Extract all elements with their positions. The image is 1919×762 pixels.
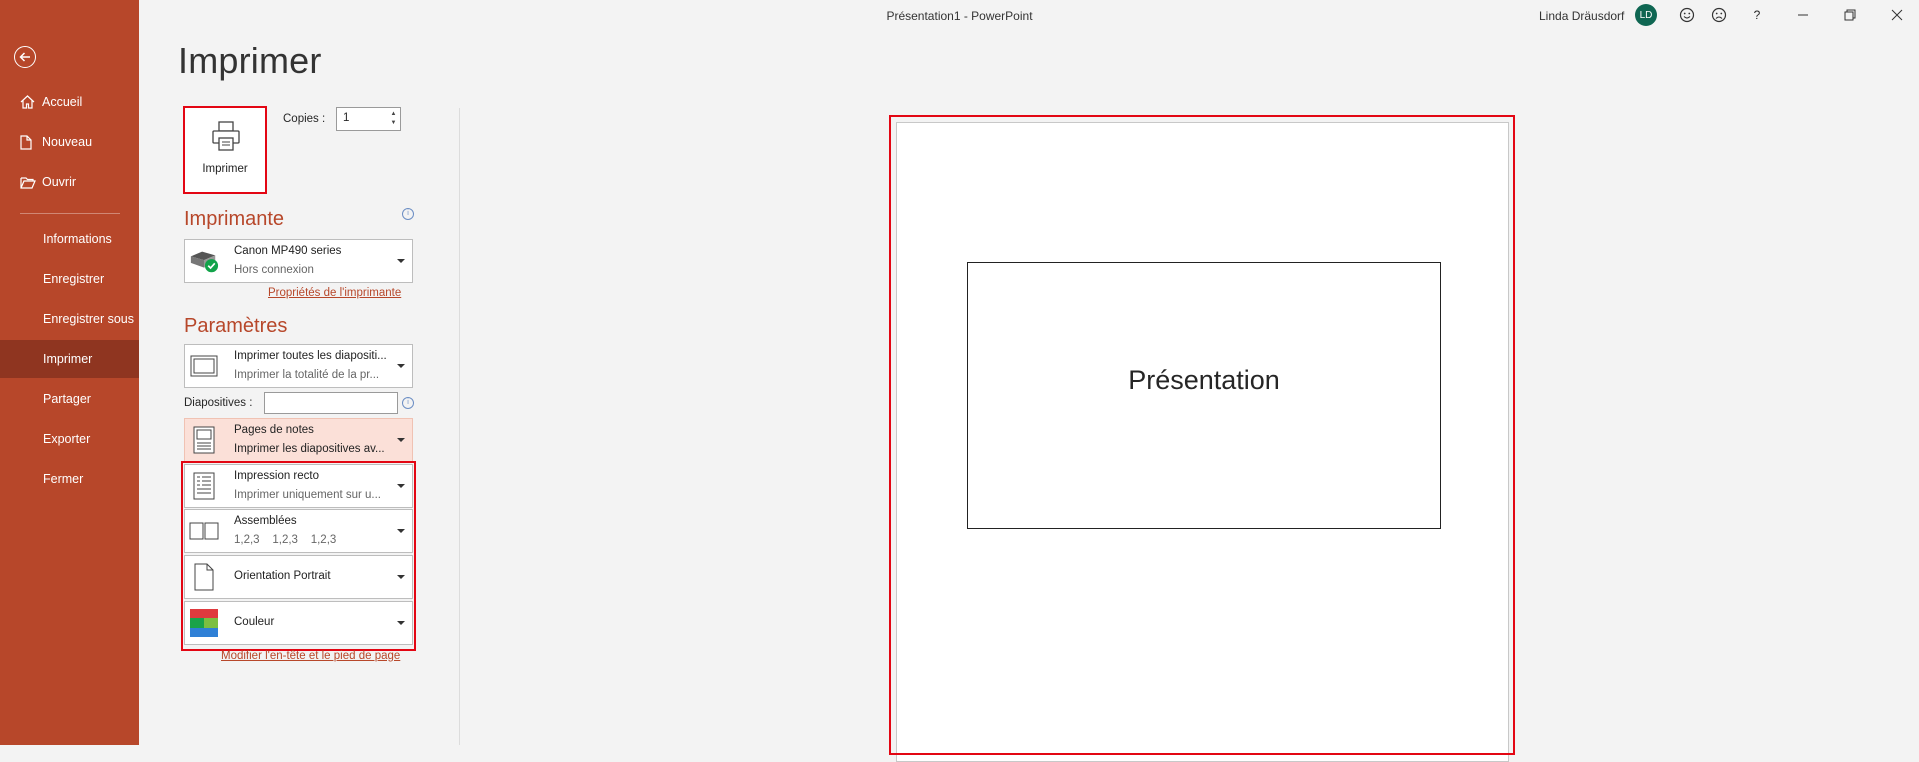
sidebar-item-exporter[interactable]: Exporter <box>0 420 139 458</box>
copies-label: Copies : <box>283 113 326 125</box>
sidebar-item-label: Imprimer <box>43 352 93 366</box>
sidebar-divider <box>20 213 120 214</box>
sidebar-item-informations[interactable]: Informations <box>0 220 139 258</box>
color-dropdown[interactable]: Couleur <box>184 601 413 645</box>
layout-value: Pages de notes <box>234 424 314 436</box>
sidebar-item-label: Informations <box>43 232 112 246</box>
color-value: Couleur <box>234 616 275 628</box>
copies-input[interactable]: 1 ▲ ▼ <box>336 107 401 131</box>
slide-title: Présentation <box>1128 365 1280 395</box>
sidebar-item-enregistrer-sous[interactable]: Enregistrer sous <box>0 300 139 338</box>
copies-spinner[interactable]: ▲ ▼ <box>389 110 398 128</box>
layout-dropdown[interactable]: Pages de notes Imprimer les diapositives… <box>184 418 413 462</box>
sidebar-item-label: Exporter <box>43 432 91 446</box>
sidebar-item-imprimer[interactable]: Imprimer <box>0 340 139 378</box>
slides-icon <box>189 351 219 381</box>
sides-value: Impression recto <box>234 470 320 482</box>
backstage-sidebar: Accueil Nouveau Ouvrir Informations Enre… <box>0 0 139 745</box>
sides-description: Imprimer uniquement sur u... <box>234 489 382 501</box>
chevron-down-icon <box>397 621 405 625</box>
sidebar-item-partager[interactable]: Partager <box>0 380 139 418</box>
printer-icon <box>212 121 240 151</box>
folder-open-icon <box>20 176 42 189</box>
sidebar-item-label: Partager <box>43 392 91 406</box>
layout-description: Imprimer les diapositives av... <box>234 443 385 455</box>
minimize-icon[interactable] <box>1793 5 1813 25</box>
chevron-down-icon <box>397 484 405 488</box>
chevron-down-icon <box>397 575 405 579</box>
chevron-down-icon <box>397 259 405 263</box>
restore-icon[interactable] <box>1840 5 1860 25</box>
one-sided-icon <box>189 471 219 501</box>
sidebar-item-label: Enregistrer <box>43 272 105 286</box>
portrait-page-icon <box>189 562 219 592</box>
back-arrow-icon[interactable] <box>14 46 36 68</box>
print-range-description: Imprimer la totalité de la pr... <box>234 369 380 381</box>
user-name[interactable]: Linda Dräusdorf <box>1539 9 1624 23</box>
home-icon <box>20 95 42 109</box>
slides-label: Diapositives : <box>184 397 253 409</box>
sidebar-item-nouveau[interactable]: Nouveau <box>0 123 139 161</box>
collation-value: Assemblées <box>234 515 297 527</box>
printer-ready-icon <box>189 246 219 276</box>
orientation-value: Orientation Portrait <box>234 570 331 582</box>
printer-properties-link[interactable]: Propriétés de l'imprimante <box>268 287 401 299</box>
sidebar-item-enregistrer[interactable]: Enregistrer <box>0 260 139 298</box>
slide-thumbnail: Présentation <box>967 262 1441 529</box>
sidebar-item-ouvrir[interactable]: Ouvrir <box>0 163 139 201</box>
print-button[interactable]: Imprimer <box>183 106 267 194</box>
new-document-icon <box>20 134 42 150</box>
info-icon[interactable]: i <box>402 397 414 409</box>
sidebar-item-accueil[interactable]: Accueil <box>0 83 139 121</box>
close-icon[interactable] <box>1887 5 1907 25</box>
sidebar-item-label: Ouvrir <box>42 175 77 189</box>
printer-section-title: Imprimante <box>184 208 285 230</box>
copies-value: 1 <box>343 112 350 124</box>
collation-description: 1,2,3 1,2,3 1,2,3 <box>234 534 337 546</box>
notes-page-icon <box>189 425 219 455</box>
sidebar-item-label: Nouveau <box>42 135 93 149</box>
header-footer-link[interactable]: Modifier l'en-tête et le pied de page <box>221 650 400 662</box>
help-icon[interactable]: ? <box>1747 5 1767 25</box>
collated-icon <box>189 516 219 546</box>
frown-icon[interactable] <box>1709 5 1729 25</box>
sidebar-item-label: Accueil <box>42 95 83 109</box>
panel-divider <box>459 108 460 745</box>
slides-input[interactable] <box>264 392 398 414</box>
chevron-down-icon <box>397 438 405 442</box>
print-range-dropdown[interactable]: Imprimer toutes les diapositi... Imprime… <box>184 344 413 388</box>
sidebar-item-label: Enregistrer sous <box>43 312 135 326</box>
window-title: Présentation1 - PowerPoint <box>886 9 1033 23</box>
printer-dropdown[interactable]: Canon MP490 series Hors connexion <box>184 239 413 283</box>
sidebar-item-fermer[interactable]: Fermer <box>0 460 139 498</box>
orientation-dropdown[interactable]: Orientation Portrait <box>184 555 413 599</box>
chevron-down-icon <box>397 364 405 368</box>
print-button-label: Imprimer <box>202 163 248 175</box>
color-icon <box>189 608 219 638</box>
printer-status: Hors connexion <box>234 264 314 276</box>
sidebar-item-label: Fermer <box>43 472 84 486</box>
printer-name: Canon MP490 series <box>234 245 342 257</box>
page-title: Imprimer <box>178 40 322 81</box>
smiley-icon[interactable] <box>1677 5 1697 25</box>
print-range-value: Imprimer toutes les diapositi... <box>234 350 387 362</box>
info-icon[interactable]: i <box>402 208 414 220</box>
settings-section-title: Paramètres <box>184 315 288 337</box>
collation-dropdown[interactable]: Assemblées 1,2,3 1,2,3 1,2,3 <box>184 509 413 553</box>
sides-dropdown[interactable]: Impression recto Imprimer uniquement sur… <box>184 464 413 508</box>
avatar[interactable]: LD <box>1635 4 1657 26</box>
chevron-down-icon <box>397 529 405 533</box>
